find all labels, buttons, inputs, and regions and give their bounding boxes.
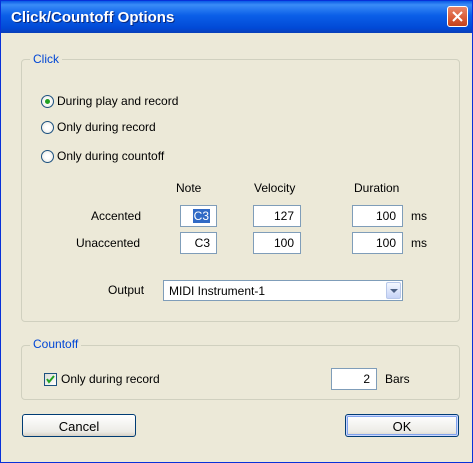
accented-note-value: C3 <box>192 209 210 223</box>
click-group-legend: Click <box>30 52 62 66</box>
close-button[interactable] <box>447 6 468 27</box>
dialog-title: Click/Countoff Options <box>11 9 175 26</box>
cancel-button[interactable]: Cancel <box>22 414 136 437</box>
output-select[interactable]: MIDI Instrument-1 <box>163 280 403 301</box>
column-header-duration: Duration <box>354 181 400 195</box>
row-label-unaccented: Unaccented <box>76 236 141 250</box>
title-bar[interactable]: Click/Countoff Options <box>1 1 472 33</box>
radio-play-and-record-label: During play and record <box>57 94 179 108</box>
accented-duration-unit: ms <box>411 209 427 223</box>
radio-unselected-icon <box>41 120 54 134</box>
row-label-accented: Accented <box>91 209 142 223</box>
radio-only-record[interactable]: Only during record <box>41 120 156 134</box>
output-select-value: MIDI Instrument-1 <box>169 284 266 298</box>
only-during-record-checkbox[interactable] <box>44 373 57 386</box>
output-label: Output <box>108 283 145 297</box>
radio-selected-icon <box>41 94 54 108</box>
dropdown-arrow-button[interactable] <box>386 282 401 299</box>
countoff-group-legend: Countoff <box>30 337 82 351</box>
radio-only-countoff-label: Only during countoff <box>57 149 165 163</box>
chevron-down-icon <box>390 289 398 293</box>
only-during-record-label: Only during record <box>61 372 160 386</box>
radio-play-and-record[interactable]: During play and record <box>41 94 178 108</box>
checkmark-icon <box>46 375 55 384</box>
unaccented-note-field[interactable]: C3 <box>180 232 217 254</box>
accented-note-field[interactable]: C3 <box>180 205 217 227</box>
close-icon <box>452 11 463 22</box>
radio-only-record-label: Only during record <box>57 120 156 134</box>
radio-unselected-icon <box>41 149 54 163</box>
dialog-window: Click/Countoff Options Click During play… <box>0 0 473 463</box>
unaccented-velocity-field[interactable]: 100 <box>253 232 301 254</box>
accented-velocity-field[interactable]: 127 <box>253 205 301 227</box>
column-header-note: Note <box>176 181 202 195</box>
radio-only-countoff[interactable]: Only during countoff <box>41 149 164 163</box>
ok-button[interactable]: OK <box>345 414 459 437</box>
unaccented-duration-field[interactable]: 100 <box>352 232 403 254</box>
bars-field[interactable]: 2 <box>331 368 377 390</box>
accented-duration-field[interactable]: 100 <box>352 205 403 227</box>
bars-unit-label: Bars <box>385 372 410 386</box>
unaccented-duration-unit: ms <box>411 236 427 250</box>
column-header-velocity: Velocity <box>254 181 296 195</box>
